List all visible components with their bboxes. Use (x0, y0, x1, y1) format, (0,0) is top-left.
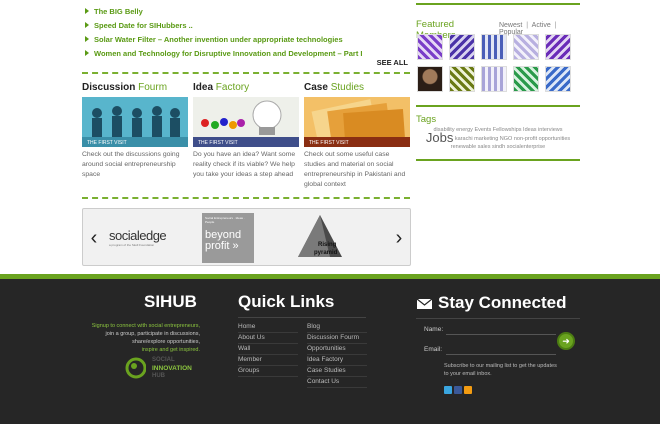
divider (416, 105, 580, 107)
tags-title: Tags (416, 114, 437, 125)
case-studies-thumbnail[interactable]: THE FIRST VISIT (304, 97, 410, 147)
bullet-arrow-icon (85, 8, 89, 14)
filter-newest[interactable]: Newest (499, 22, 522, 29)
avatar[interactable] (417, 34, 443, 60)
footer-link-about[interactable]: About Us (238, 333, 298, 344)
column-title[interactable]: Case Studies (304, 82, 410, 94)
mail-icon (416, 298, 433, 309)
column-title[interactable]: Idea Factory (193, 82, 299, 94)
see-all-link[interactable]: SEE ALL (377, 58, 408, 67)
facebook-icon[interactable] (454, 386, 462, 394)
social-icons (444, 386, 472, 394)
footer-link-groups[interactable]: Groups (238, 366, 298, 377)
column-text: Check out the discussions going around s… (82, 151, 180, 178)
name-field[interactable] (446, 324, 556, 335)
list-item[interactable]: Speed Date for SIHubbers .. (82, 18, 410, 32)
bullet-arrow-icon (85, 22, 89, 28)
twitter-icon[interactable] (444, 386, 452, 394)
avatar[interactable] (481, 34, 507, 60)
socialedge-logo[interactable]: socialedge a program of the Skoll Founda… (109, 228, 167, 247)
avatar[interactable] (513, 66, 539, 92)
signup-text: Signup to connect with social entreprene… (91, 323, 200, 353)
case-studies-column: Case Studies THE FIRST VISIT Check out s… (304, 82, 410, 190)
column-title[interactable]: Discussion Fourm (82, 82, 188, 94)
footer-link-case-studies[interactable]: Case Studies (307, 366, 367, 377)
footer-sihub-title: SIHUB (144, 292, 197, 311)
name-label: Name: (424, 326, 444, 333)
hub-logo-icon (125, 357, 146, 379)
badge: THE FIRST VISIT (304, 137, 410, 147)
avatar[interactable] (577, 34, 603, 60)
post-link[interactable]: Women and Technology for Disruptive Inno… (94, 49, 363, 58)
footer-link-idea-factory[interactable]: Idea Factory (307, 355, 367, 366)
badge: THE FIRST VISIT (193, 137, 299, 147)
avatar[interactable] (545, 66, 571, 92)
idea-thumbnail[interactable]: THE FIRST VISIT (193, 97, 299, 147)
post-link[interactable]: Solar Water Filter – Another invention u… (94, 35, 343, 44)
rss-icon[interactable] (464, 386, 472, 394)
social-innovation-hub-logo[interactable]: SOCIAL INNOVATION HUB (124, 356, 204, 384)
feature-columns: Discussion Fourm THE FIRST VISIT Check o… (82, 82, 410, 190)
avatar[interactable] (513, 34, 539, 60)
recent-posts-list: The BIG Belly Speed Date for SIHubbers .… (82, 4, 410, 67)
chevron-left-icon[interactable]: ‹ (89, 228, 99, 248)
idea-column: Idea Factory THE FIRST VISIT Do you have… (193, 82, 299, 190)
post-link[interactable]: Speed Date for SIHubbers .. (94, 21, 193, 30)
subscribe-button[interactable]: ➜ (557, 332, 575, 350)
list-item[interactable]: Women and Technology for Disruptive Inno… (82, 46, 410, 60)
quick-links-title: Quick Links (238, 292, 335, 311)
sidebar-top-divider (416, 0, 580, 5)
badge: THE FIRST VISIT (82, 137, 188, 147)
stay-connected-header: Stay Connected (416, 293, 566, 313)
footer-link-home[interactable]: Home (238, 322, 298, 333)
member-avatars (417, 34, 603, 92)
avatar[interactable] (545, 34, 571, 60)
footer-link-contact[interactable]: Contact Us (307, 377, 367, 388)
list-item[interactable]: Solar Water Filter – Another invention u… (82, 32, 410, 46)
column-text: Do you have an idea? Want some reality c… (193, 151, 296, 178)
list-item[interactable]: The BIG Belly (82, 4, 410, 18)
chevron-right-icon[interactable]: › (394, 228, 404, 248)
discussion-thumbnail[interactable]: THE FIRST VISIT (82, 97, 188, 147)
rising-pyramid-logo[interactable]: Rising pyramid (294, 213, 346, 263)
subscribe-text: Subscribe to our mailing list to get the… (444, 363, 557, 377)
column-text: Check out some useful case studies and m… (304, 151, 406, 188)
tag-cloud: disability energy Events Fellowships Ide… (416, 126, 580, 151)
discussion-column: Discussion Fourm THE FIRST VISIT Check o… (82, 82, 188, 190)
avatar[interactable] (481, 66, 507, 92)
footer-link-blog[interactable]: Blog (307, 322, 367, 333)
footer-link-wall[interactable]: Wall (238, 344, 298, 355)
footer-link-opportunities[interactable]: Opportunities (307, 344, 367, 355)
quick-links-left: Home About Us Wall Member Groups (238, 322, 298, 377)
avatar[interactable] (417, 66, 443, 92)
divider (82, 72, 410, 74)
bullet-arrow-icon (85, 36, 89, 42)
tag-jobs[interactable]: Jobs (426, 130, 453, 145)
avatar[interactable] (449, 66, 475, 92)
avatar[interactable] (449, 34, 475, 60)
page: The BIG Belly Speed Date for SIHubbers .… (0, 0, 660, 424)
divider (82, 197, 410, 199)
partner-slider: ‹ socialedge a program of the Skoll Foun… (82, 208, 411, 266)
quick-links-right: Blog Discussion Fourm Opportunities Idea… (307, 322, 367, 388)
filter-active[interactable]: Active (532, 22, 551, 29)
arrow-right-icon: ➜ (562, 336, 570, 346)
divider (238, 317, 366, 318)
divider (416, 318, 580, 319)
beyond-profit-logo[interactable]: Social Entrepreneurs · Ideas · People be… (202, 213, 254, 263)
divider (416, 159, 580, 161)
email-field[interactable] (446, 344, 556, 355)
post-link[interactable]: The BIG Belly (94, 7, 143, 16)
email-label: Email: (424, 346, 443, 353)
bullet-arrow-icon (85, 50, 89, 56)
tag-line[interactable]: karachi marketing NGO non-profit opportu… (455, 136, 570, 142)
footer-link-discussion[interactable]: Discussion Fourm (307, 333, 367, 344)
footer-link-member[interactable]: Member (238, 355, 298, 366)
